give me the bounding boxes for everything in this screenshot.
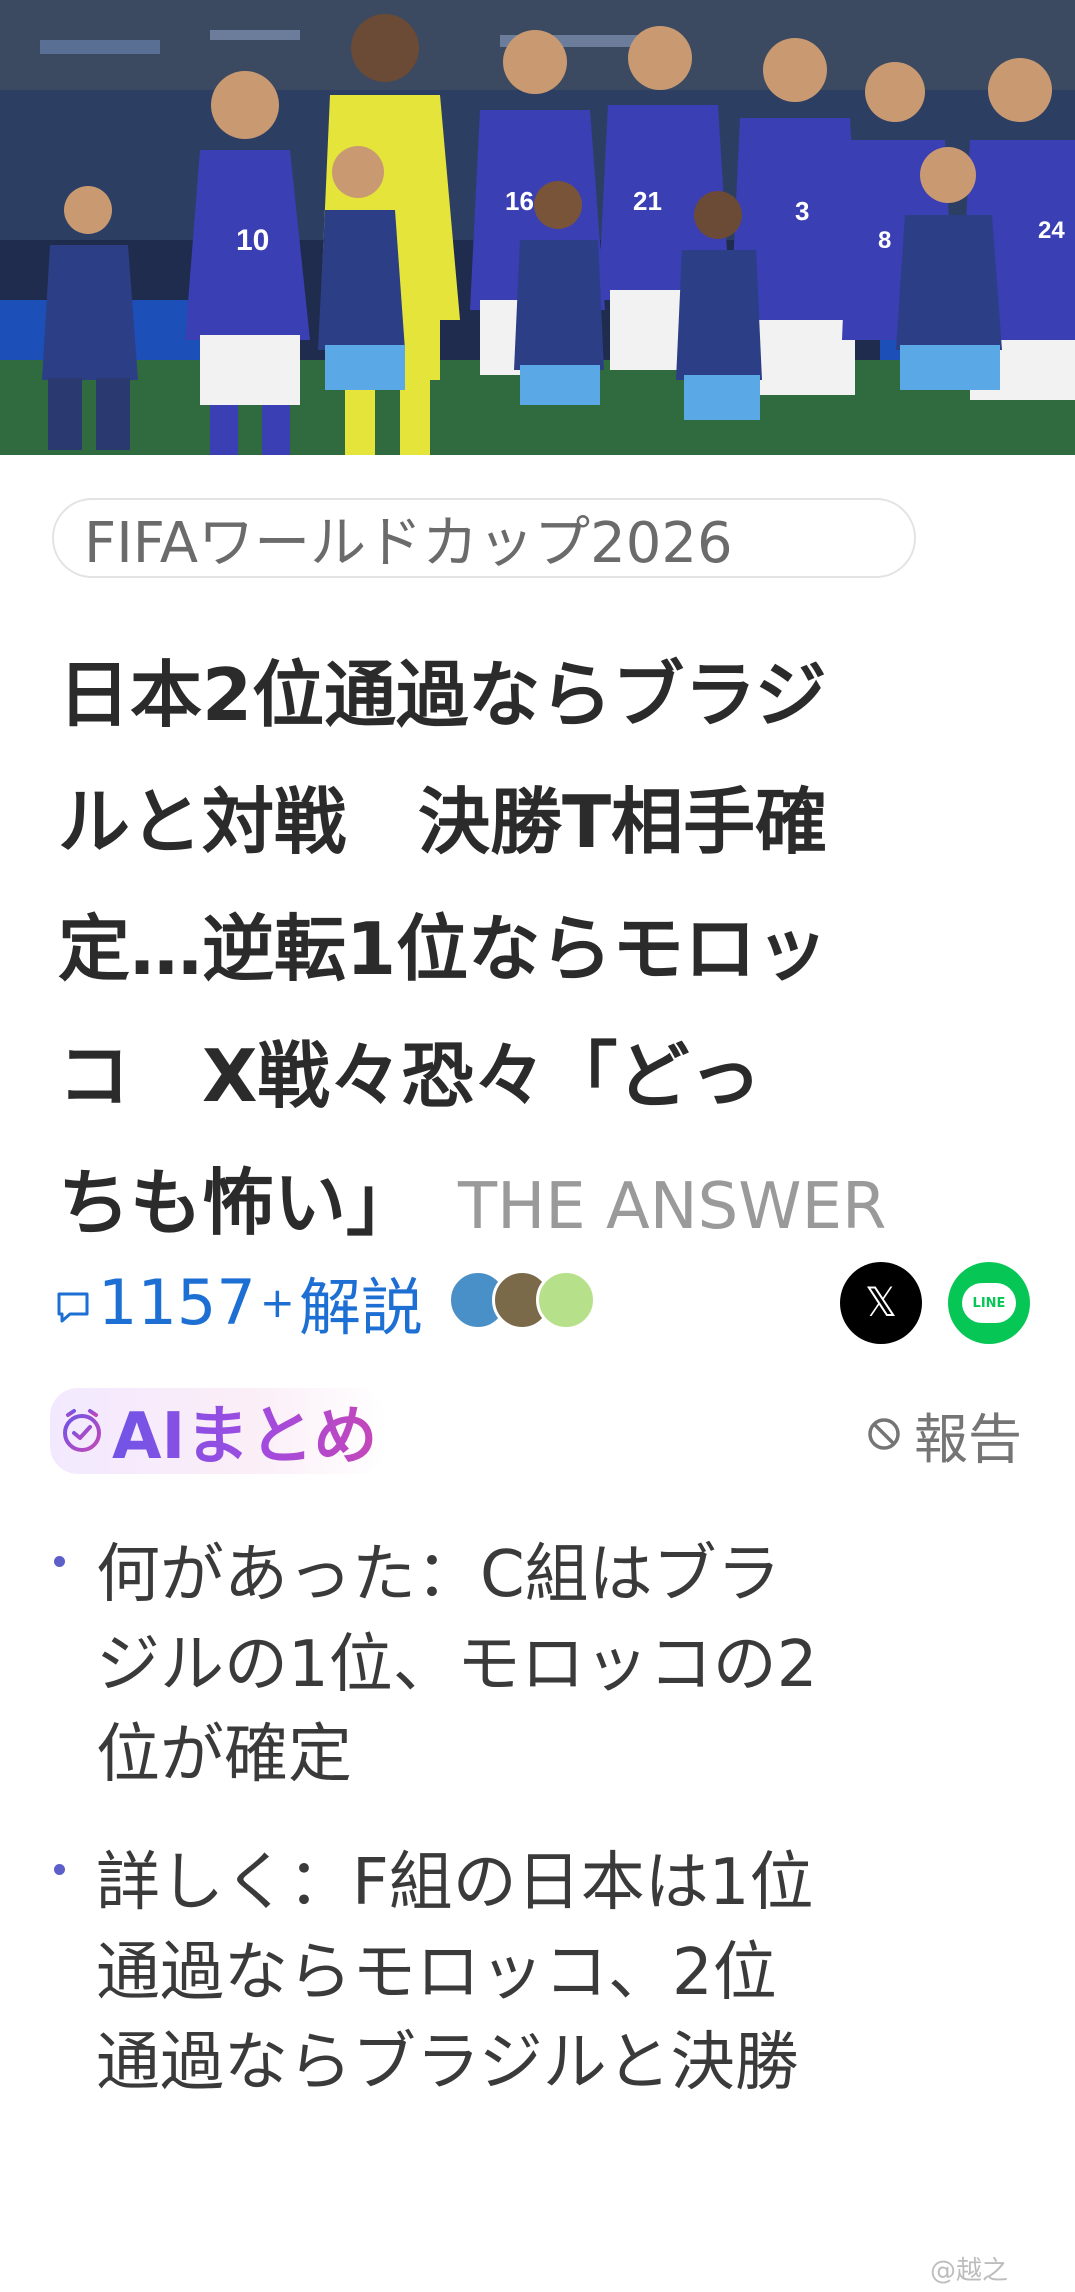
headline-line: ルと対戦 決勝T相手確	[58, 780, 828, 864]
player-number: 8	[878, 227, 891, 254]
ai-summary-label: AIまとめ	[112, 1385, 377, 1477]
ai-clock-icon	[63, 1409, 101, 1452]
comment-suffix: 解説	[299, 1271, 424, 1344]
watermark: @越之	[930, 2256, 1009, 2286]
article-meta-row: 1157 + 解説 𝕏 LINE	[56, 1262, 1046, 1344]
bullet-dot	[54, 1556, 65, 1567]
bullet-line: 位が確定	[96, 1718, 352, 1792]
bullet-line: 通過ならモロッコ、2位	[96, 1936, 777, 2010]
list-item: 詳しく：F組の日本は1位 通過ならモロッコ、2位 通過ならブラジルと決勝	[52, 1838, 1032, 2108]
report-label: 報告	[914, 1407, 1022, 1471]
headline-line: コ X戦々恐々「どっ	[58, 1034, 762, 1118]
avatar	[536, 1270, 596, 1330]
comment-count: 1157	[98, 1265, 256, 1339]
bullet-line: ジルの1位、モロッコの2	[96, 1628, 818, 1702]
ai-summary-badge[interactable]: AIまとめ	[50, 1388, 386, 1474]
bullet-dot	[54, 1864, 65, 1875]
player-number: 21	[633, 186, 662, 216]
line-logo-text: LINE	[972, 1295, 1006, 1311]
player-number: 24	[1038, 217, 1065, 244]
list-item: 何があった：C組はブラ ジルの1位、モロッコの2 位が確定	[52, 1530, 1032, 1800]
headline-line: ちも怖い」	[58, 1161, 419, 1245]
comments-link[interactable]: 1157 + 解説	[56, 1262, 423, 1344]
topic-tag[interactable]: FIFAワールドカップ2026	[52, 498, 916, 578]
bullet-line: 何があった：C組はブラ	[96, 1538, 781, 1612]
summary-bullets: 何があった：C組はブラ ジルの1位、モロッコの2 位が確定 詳しく：F組の日本は…	[52, 1530, 1032, 2146]
topic-tag-label: FIFAワールドカップ2026	[84, 510, 733, 576]
report-button[interactable]: 報告	[866, 1396, 1022, 1472]
headline-last-line: ちも怖い」 THE ANSWER	[58, 1140, 1038, 1267]
share-x-button[interactable]: 𝕏	[840, 1262, 922, 1344]
article-page: 10 16 21 3 8 24 FIFAワールドカップ2026 日本2位通過なら…	[0, 0, 1075, 2292]
article-source[interactable]: THE ANSWER	[458, 1170, 886, 1244]
team-photo-illustration: 10 16 21 3 8 24	[0, 0, 1075, 455]
headline-line: 日本2位通過ならブラジ	[58, 653, 827, 737]
ban-icon	[868, 1418, 900, 1450]
comment-plus: +	[259, 1277, 295, 1327]
bullet-line: 詳しく：F組の日本は1位	[96, 1846, 814, 1920]
hero-photo: 10 16 21 3 8 24	[0, 0, 1075, 455]
line-logo-icon: LINE	[962, 1283, 1016, 1323]
player-number: 10	[236, 224, 269, 257]
bullet-line: 通過ならブラジルと決勝	[96, 2026, 799, 2100]
player-number: 16	[505, 186, 534, 216]
commenter-avatars[interactable]	[448, 1270, 668, 1334]
comment-icon	[57, 1292, 89, 1323]
share-line-button[interactable]: LINE	[948, 1262, 1030, 1344]
x-logo-icon: 𝕏	[864, 1280, 898, 1326]
headline-line: 定…逆転1位ならモロッ	[58, 907, 829, 991]
article-headline: 日本2位通過ならブラジ ルと対戦 決勝T相手確 定…逆転1位ならモロッ コ X戦…	[58, 632, 1038, 1267]
player-number: 3	[795, 196, 809, 226]
